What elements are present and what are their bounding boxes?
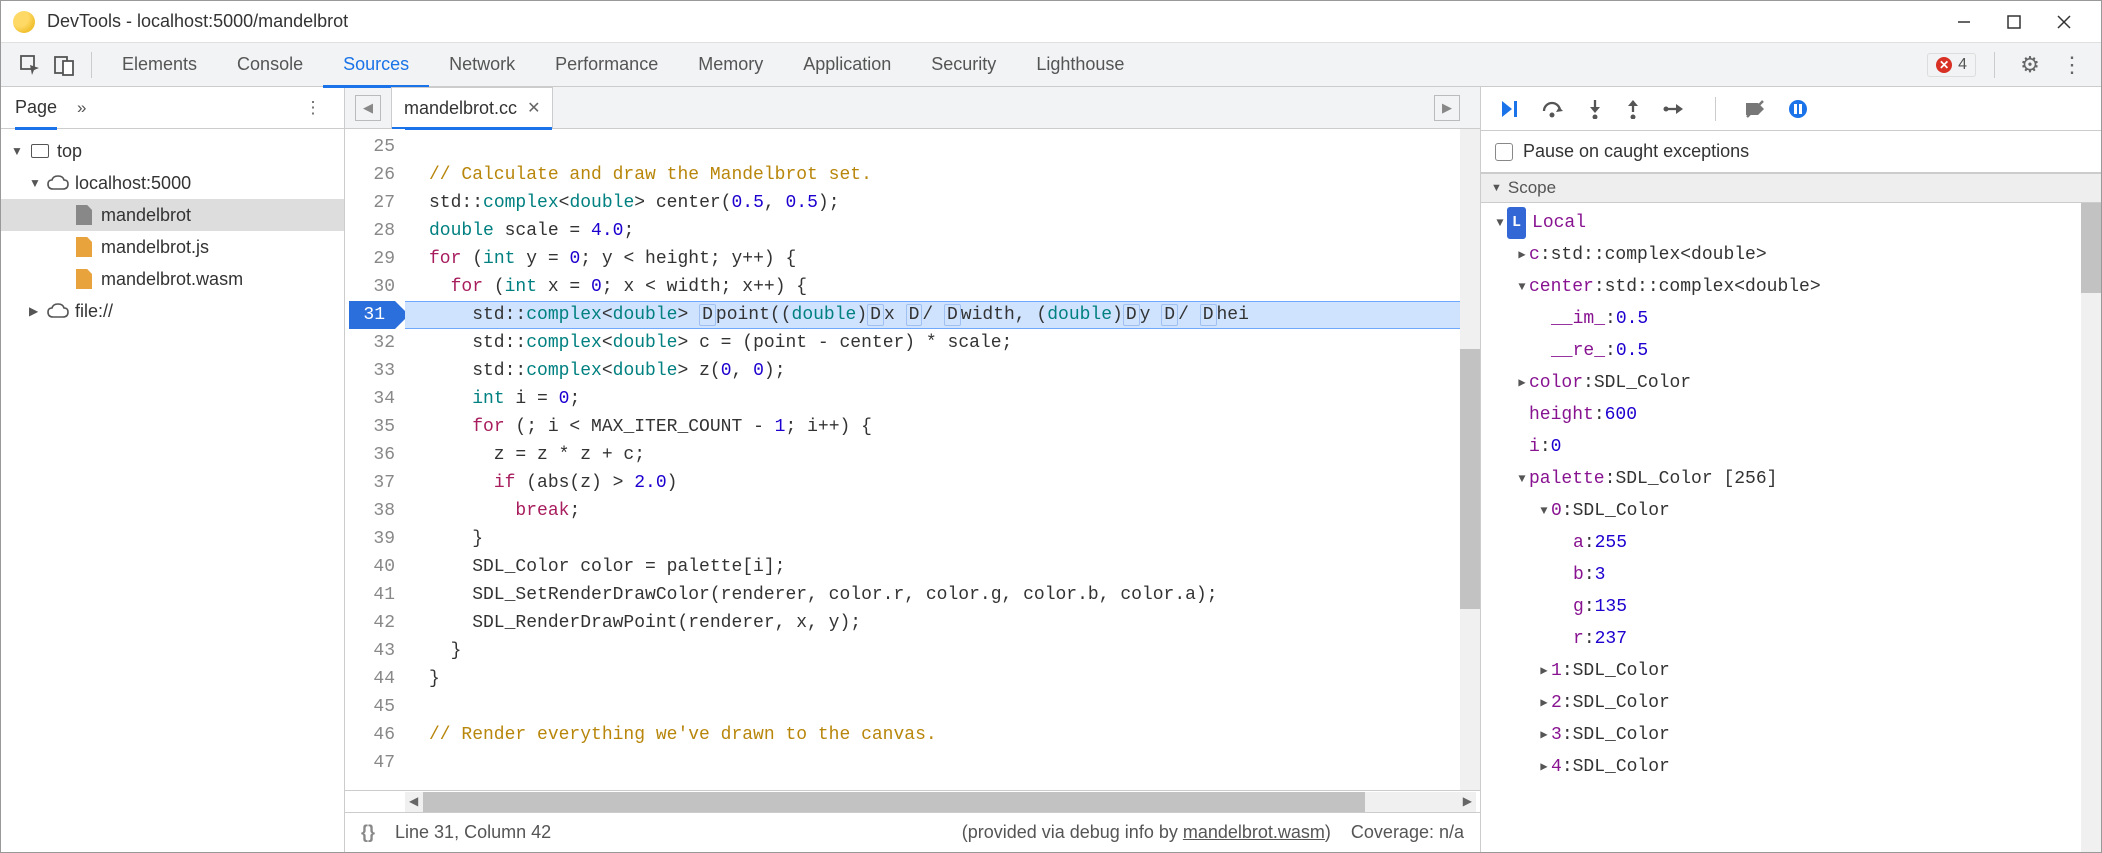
sidebar-tab-page[interactable]: Page (15, 87, 57, 129)
device-toolbar-icon[interactable] (47, 48, 81, 82)
pause-caught-label: Pause on caught exceptions (1523, 141, 1749, 162)
code-area[interactable]: 2526272829303132333435363738394041424344… (345, 129, 1480, 790)
tree-file-mandelbrot[interactable]: mandelbrot (1, 199, 344, 231)
scope-tree[interactable]: LLocalc: std::complex<double>center: std… (1481, 203, 2101, 852)
scope-row[interactable]: 3: SDL_Color (1481, 719, 2101, 751)
tab-memory[interactable]: Memory (678, 43, 783, 87)
scope-row[interactable]: 0: SDL_Color (1481, 495, 2101, 527)
scope-row[interactable]: 4: SDL_Color (1481, 751, 2101, 783)
scope-row[interactable]: palette: SDL_Color [256] (1481, 463, 2101, 495)
scope-row[interactable]: 2: SDL_Color (1481, 687, 2101, 719)
scope-row[interactable]: r: 237 (1481, 623, 2101, 655)
scope-row[interactable]: g: 135 (1481, 591, 2101, 623)
js-file-icon (76, 237, 92, 257)
code-content[interactable]: // Calculate and draw the Mandelbrot set… (405, 129, 1480, 790)
tree-file-mandelbrot-js[interactable]: mandelbrot.js (1, 231, 344, 263)
scroll-left-icon[interactable]: ◀ (409, 794, 418, 808)
window-title: DevTools - localhost:5000/mandelbrot (47, 11, 348, 32)
tab-elements[interactable]: Elements (102, 43, 217, 87)
scope-row[interactable]: c: std::complex<double> (1481, 239, 2101, 271)
tab-security[interactable]: Security (911, 43, 1016, 87)
close-tab-icon[interactable]: ✕ (527, 98, 540, 118)
pause-exceptions-button[interactable] (1788, 99, 1808, 119)
scope-row[interactable]: b: 3 (1481, 559, 2101, 591)
step-button[interactable] (1663, 101, 1687, 117)
scope-row[interactable]: __re_: 0.5 (1481, 335, 2101, 367)
sidebar-kebab-icon[interactable]: ⋮ (296, 91, 330, 125)
resume-button[interactable] (1499, 99, 1519, 119)
step-over-button[interactable] (1541, 99, 1565, 119)
scope-row[interactable]: center: std::complex<double> (1481, 271, 2101, 303)
tab-application[interactable]: Application (783, 43, 911, 87)
nav-back-icon[interactable]: ◀ (355, 95, 381, 121)
debug-info-source: (provided via debug info by mandelbrot.w… (962, 822, 1331, 843)
deactivate-breakpoints-button[interactable] (1744, 99, 1766, 119)
frame-icon (31, 144, 49, 158)
more-menu-icon[interactable]: ⋮ (2055, 48, 2089, 82)
coverage-status: Coverage: n/a (1351, 822, 1464, 843)
error-count: 4 (1958, 56, 1967, 74)
step-into-button[interactable] (1587, 99, 1603, 119)
tab-lighthouse[interactable]: Lighthouse (1016, 43, 1144, 87)
debugger-panel: Pause on caught exceptions ▼Scope LLocal… (1481, 87, 2101, 852)
scope-header[interactable]: ▼Scope (1481, 173, 2101, 203)
devtools-logo-icon (13, 11, 35, 33)
editor-tab-mandelbrot-cc[interactable]: mandelbrot.cc✕ (391, 87, 553, 129)
divider (1994, 52, 1995, 78)
vertical-scrollbar[interactable] (1460, 129, 1480, 790)
tree-file-mandelbrot-wasm[interactable]: mandelbrot.wasm (1, 263, 344, 295)
tree-host[interactable]: ▼localhost:5000 (1, 167, 344, 199)
tree-file-proto[interactable]: ▶file:// (1, 295, 344, 327)
settings-gear-icon[interactable]: ⚙ (2013, 48, 2047, 82)
sidebar-more-tabs-icon[interactable]: » (77, 98, 86, 118)
sidebar: Page » ⋮ ▼top ▼localhost:5000 mandelbrot… (1, 87, 345, 852)
pause-caught-checkbox[interactable] (1495, 143, 1513, 161)
debugger-toolbar (1481, 87, 2101, 131)
file-tree: ▼top ▼localhost:5000 mandelbrot mandelbr… (1, 129, 344, 852)
close-button[interactable] (2039, 6, 2089, 38)
scope-row[interactable]: i: 0 (1481, 431, 2101, 463)
tab-performance[interactable]: Performance (535, 43, 678, 87)
scope-row[interactable]: __im_: 0.5 (1481, 303, 2101, 335)
tab-network[interactable]: Network (429, 43, 535, 87)
scope-row[interactable]: height: 600 (1481, 399, 2101, 431)
scroll-right-icon[interactable]: ▶ (1463, 794, 1472, 808)
cursor-position: Line 31, Column 42 (395, 822, 551, 843)
main-tabs-bar: ElementsConsoleSourcesNetworkPerformance… (1, 43, 2101, 87)
scope-row[interactable]: LLocal (1481, 207, 2101, 239)
titlebar: DevTools - localhost:5000/mandelbrot (1, 1, 2101, 43)
wasm-file-icon (76, 269, 92, 289)
tab-console[interactable]: Console (217, 43, 323, 87)
scope-scrollbar[interactable] (2081, 203, 2101, 852)
editor-panel: ◀ mandelbrot.cc✕ ▶ 252627282930313233343… (345, 87, 1481, 852)
scope-row[interactable]: color: SDL_Color (1481, 367, 2101, 399)
tree-top[interactable]: ▼top (1, 135, 344, 167)
nav-fwd-icon[interactable]: ▶ (1434, 95, 1460, 121)
divider (91, 52, 92, 78)
pretty-print-icon[interactable]: {} (361, 822, 375, 843)
pause-on-caught-row[interactable]: Pause on caught exceptions (1481, 131, 2101, 173)
tab-sources[interactable]: Sources (323, 43, 429, 87)
step-out-button[interactable] (1625, 99, 1641, 119)
debug-source-link[interactable]: mandelbrot.wasm (1183, 822, 1325, 842)
cloud-icon (47, 300, 69, 322)
horizontal-scrollbar[interactable]: ◀ ▶ (405, 792, 1476, 812)
error-dot-icon: ✕ (1936, 57, 1952, 73)
errors-badge[interactable]: ✕4 (1927, 53, 1976, 77)
inspect-element-icon[interactable] (13, 48, 47, 82)
scope-row[interactable]: a: 255 (1481, 527, 2101, 559)
file-icon (76, 205, 92, 225)
cloud-icon (47, 172, 69, 194)
minimize-button[interactable] (1939, 6, 1989, 38)
line-gutter[interactable]: 2526272829303132333435363738394041424344… (345, 129, 405, 790)
scope-row[interactable]: 1: SDL_Color (1481, 655, 2101, 687)
maximize-button[interactable] (1989, 6, 2039, 38)
status-bar: {} Line 31, Column 42 (provided via debu… (345, 812, 1480, 852)
